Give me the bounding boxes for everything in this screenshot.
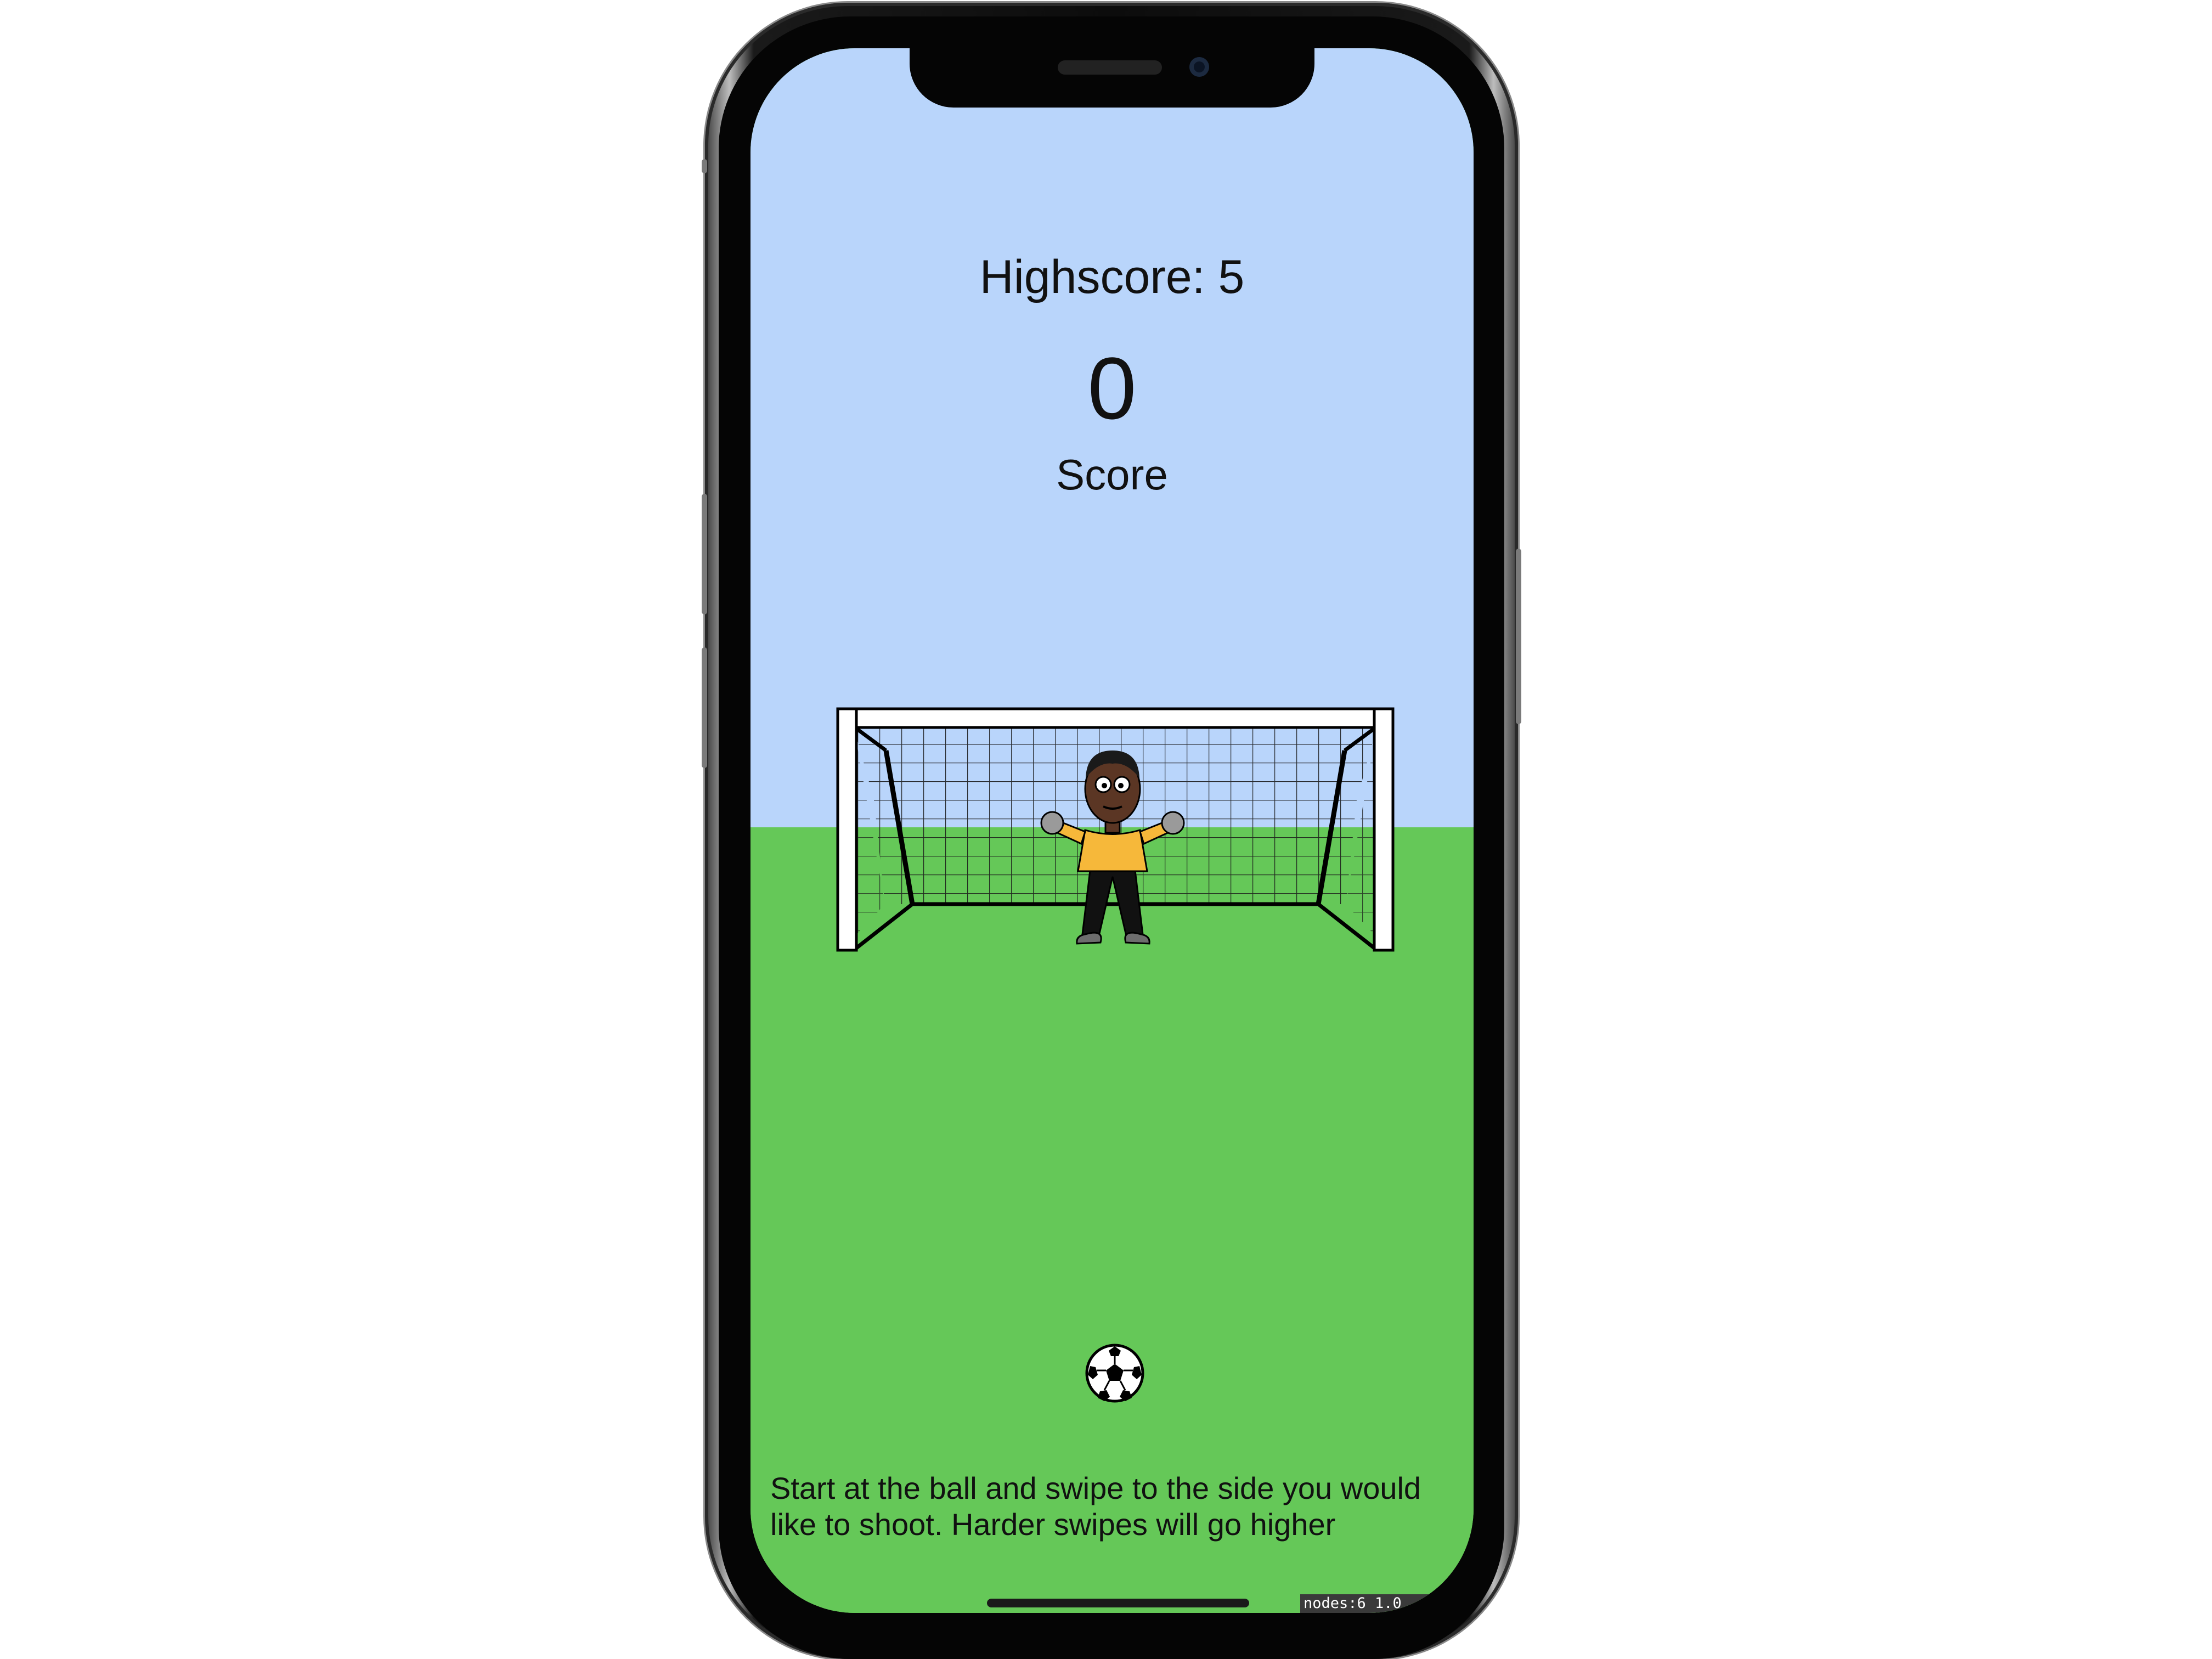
score-value: 0	[1087, 339, 1137, 437]
instructions-text: Start at the ball and swipe to the side …	[770, 1471, 1421, 1542]
score-label: Score	[1056, 450, 1168, 499]
phone-notch	[910, 48, 1314, 108]
power-button	[1516, 549, 1521, 724]
silent-switch	[702, 159, 707, 173]
game-screen[interactable]: Highscore: 5 0 Score Start at the ball a…	[751, 48, 1474, 1613]
debug-node-counter: nodes:6 1.0	[1300, 1594, 1468, 1613]
earpiece-speaker	[1058, 60, 1162, 75]
volume-up-button	[702, 494, 707, 614]
home-indicator[interactable]	[987, 1599, 1249, 1607]
goal	[836, 707, 1395, 952]
volume-down-button	[702, 647, 707, 768]
front-camera-icon	[1189, 57, 1209, 77]
soccer-ball-icon[interactable]	[1085, 1343, 1145, 1403]
highscore-label: Highscore: 5	[979, 251, 1245, 303]
